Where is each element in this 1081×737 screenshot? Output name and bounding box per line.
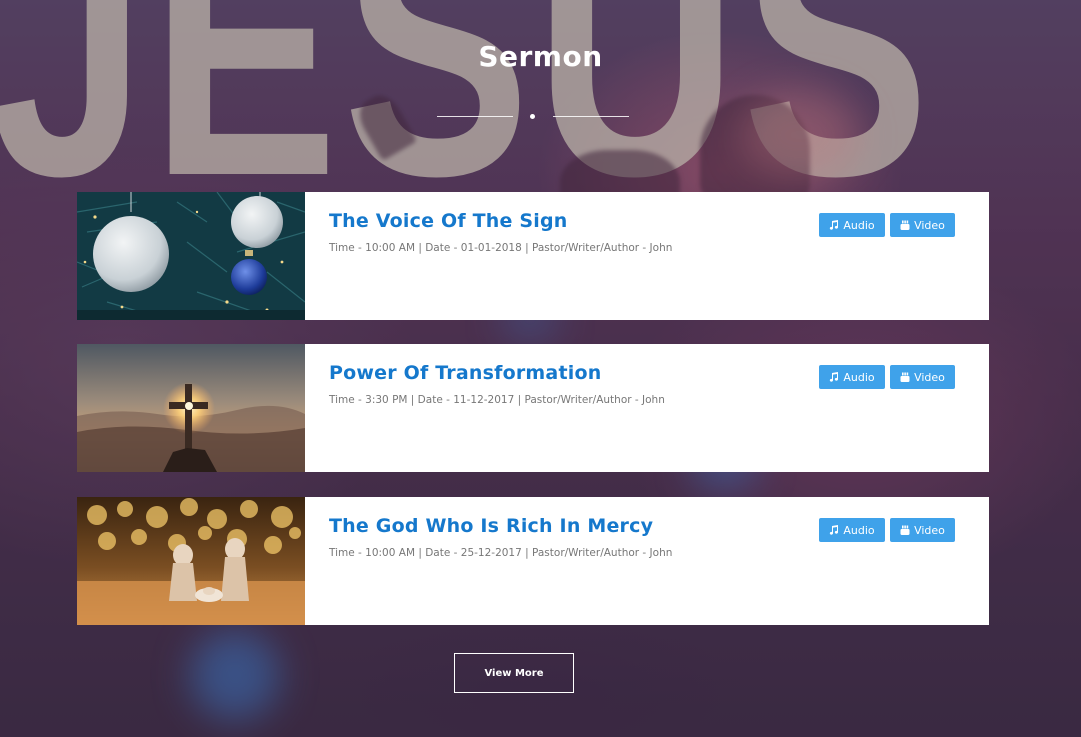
sermon-section: Sermon The Voice Of The Sign Time - 10:0…	[0, 0, 1081, 737]
youtube-icon	[900, 525, 910, 535]
divider-line-right	[553, 116, 629, 117]
video-button[interactable]: Video	[890, 213, 955, 237]
sermon-meta: Time - 10:00 AM | Date - 01-01-2018 | Pa…	[329, 242, 673, 254]
view-more-button[interactable]: View More	[454, 653, 574, 693]
sermon-thumbnail-ornaments[interactable]	[77, 192, 305, 320]
audio-button[interactable]: Audio	[819, 365, 885, 389]
video-button[interactable]: Video	[890, 365, 955, 389]
audio-button-label: Audio	[843, 218, 875, 232]
music-note-icon	[829, 220, 839, 230]
audio-button-label: Audio	[843, 523, 875, 537]
sermon-card: The God Who Is Rich In Mercy Time - 10:0…	[77, 497, 989, 625]
youtube-icon	[900, 220, 910, 230]
sermon-title[interactable]: Power Of Transformation	[329, 362, 601, 384]
sermon-card: Power Of Transformation Time - 3:30 PM |…	[77, 344, 989, 472]
sermon-title[interactable]: The Voice Of The Sign	[329, 210, 568, 232]
video-button[interactable]: Video	[890, 518, 955, 542]
audio-button[interactable]: Audio	[819, 518, 885, 542]
video-button-label: Video	[914, 218, 945, 232]
audio-button-label: Audio	[843, 370, 875, 384]
audio-button[interactable]: Audio	[819, 213, 885, 237]
sermon-meta: Time - 3:30 PM | Date - 11-12-2017 | Pas…	[329, 394, 665, 406]
divider-dot	[530, 114, 535, 119]
sermon-card: The Voice Of The Sign Time - 10:00 AM | …	[77, 192, 989, 320]
sermon-title[interactable]: The God Who Is Rich In Mercy	[329, 515, 653, 537]
youtube-icon	[900, 372, 910, 382]
sermon-thumbnail-cross[interactable]	[77, 344, 305, 472]
music-note-icon	[829, 372, 839, 382]
video-button-label: Video	[914, 523, 945, 537]
divider-line-left	[437, 116, 513, 117]
title-divider	[437, 112, 629, 122]
sermon-meta: Time - 10:00 AM | Date - 25-12-2017 | Pa…	[329, 547, 673, 559]
section-title: Sermon	[478, 40, 603, 73]
sermon-thumbnail-nativity[interactable]	[77, 497, 305, 625]
video-button-label: Video	[914, 370, 945, 384]
music-note-icon	[829, 525, 839, 535]
